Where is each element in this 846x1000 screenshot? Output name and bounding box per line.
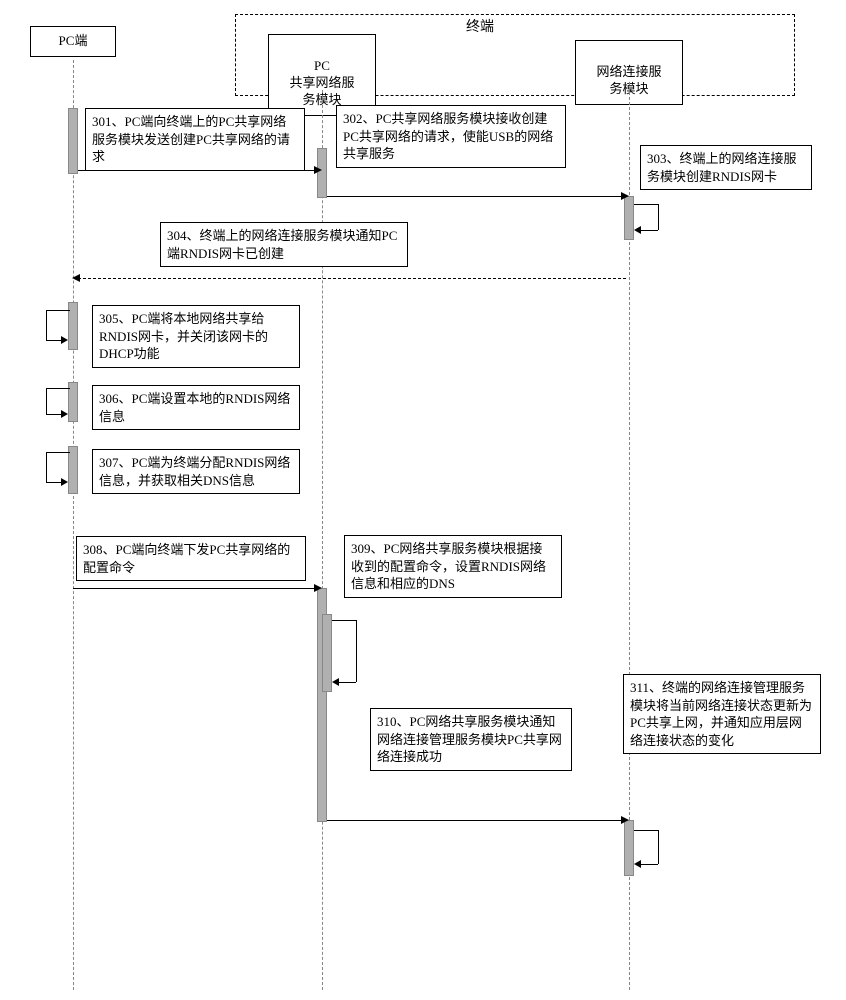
msg-310: 310、PC网络共享服务模块通知网络连接管理服务模块PC共享网络连接成功 — [370, 708, 572, 771]
msg-303: 303、终端上的网络连接服务模块创建RNDIS网卡 — [640, 145, 812, 190]
msg-307: 307、PC端为终端分配RNDIS网络信息，并获取相关DNS信息 — [92, 449, 300, 494]
participant-pc-label: PC端 — [59, 33, 88, 48]
arrow-head-310 — [621, 816, 629, 824]
self-loop-309 — [332, 620, 356, 682]
participant-pc: PC端 — [30, 26, 116, 57]
terminal-label: 终端 — [440, 16, 520, 36]
arrow-308 — [73, 588, 318, 589]
activation-net-303 — [624, 196, 634, 240]
arrow-304 — [78, 278, 626, 279]
msg-306: 306、PC端设置本地的RNDIS网络信息 — [92, 385, 300, 430]
self-loop-311 — [634, 830, 658, 864]
msg-304: 304、终端上的网络连接服务模块通知PC端RNDIS网卡已创建 — [160, 222, 408, 267]
msg-311: 311、终端的网络连接管理服务模块将当前网络连接状态更新为PC共享上网，并通知应… — [623, 674, 821, 754]
activation-pc-301 — [68, 108, 78, 174]
msg-308: 308、PC端向终端下发PC共享网络的配置命令 — [76, 536, 306, 581]
activation-share-309b — [322, 614, 332, 692]
self-loop-303 — [634, 204, 658, 230]
msg-309: 309、PC网络共享服务模块根据接收到的配置命令，设置RNDIS网络信息和相应的… — [344, 535, 562, 598]
self-loop-306 — [46, 388, 70, 414]
arrow-head-308 — [314, 584, 322, 592]
activation-net-311 — [624, 820, 634, 876]
arrow-302-303 — [327, 196, 625, 197]
arrow-head-302-303 — [621, 192, 629, 200]
arrow-310 — [327, 820, 625, 821]
msg-301: 301、PC端向终端上的PC共享网络服务模块发送创建PC共享网络的请求 — [85, 108, 305, 171]
arrow-head-304 — [72, 274, 80, 282]
lifeline-pc — [73, 60, 74, 990]
msg-302: 302、PC共享网络服务模块接收创建PC共享网络的请求，使能USB的网络共享服务 — [336, 105, 566, 168]
arrow-head-301 — [314, 166, 322, 174]
self-loop-305 — [46, 310, 70, 340]
msg-305: 305、PC端将本地网络共享给RNDIS网卡，并关闭该网卡的DHCP功能 — [92, 305, 300, 368]
self-loop-307 — [46, 452, 70, 482]
